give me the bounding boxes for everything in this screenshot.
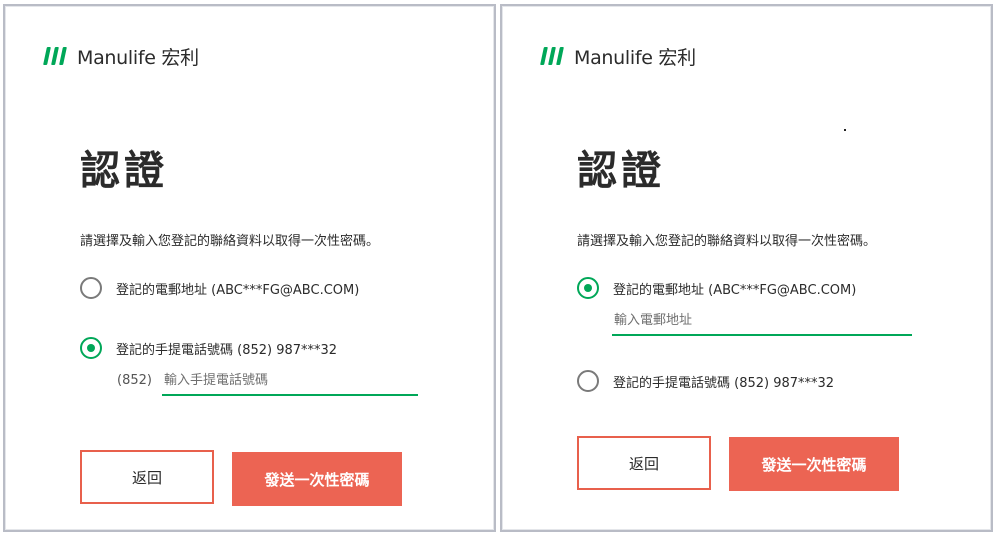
- brand-name: Manulife 宏利: [77, 46, 199, 69]
- manulife-stripes-icon: [43, 47, 67, 65]
- send-otp-button[interactable]: 發送一次性密碼: [729, 437, 899, 491]
- radio-unchecked-icon[interactable]: [80, 277, 102, 299]
- option-phone-label: 登記的手提電話號碼 (852) 987***32: [116, 342, 338, 358]
- email-address-input[interactable]: [612, 312, 912, 336]
- option-email-label: 登記的電郵地址 (ABC***FG@ABC.COM): [613, 282, 857, 298]
- radio-checked-icon[interactable]: [577, 277, 599, 299]
- auth-panel-phone: Manulife 宏利 認證 請選擇及輸入您登記的聯絡資料以取得一次性密碼。 登…: [3, 4, 496, 532]
- send-otp-button[interactable]: 發送一次性密碼: [232, 452, 402, 506]
- instruction-text: 請選擇及輸入您登記的聯絡資料以取得一次性密碼。: [577, 234, 877, 249]
- auth-panel-email: Manulife 宏利 認證 請選擇及輸入您登記的聯絡資料以取得一次性密碼。 登…: [500, 4, 993, 532]
- page-title: 認證: [80, 148, 168, 194]
- instruction-text: 請選擇及輸入您登記的聯絡資料以取得一次性密碼。: [80, 234, 380, 249]
- phone-number-input[interactable]: [161, 372, 418, 396]
- option-phone-label: 登記的手提電話號碼 (852) 987***32: [613, 375, 835, 391]
- phone-prefix: (852): [117, 373, 152, 388]
- brand-logo: Manulife 宏利: [43, 44, 199, 69]
- option-email-radio[interactable]: 登記的電郵地址 (ABC***FG@ABC.COM): [577, 277, 856, 299]
- back-button[interactable]: 返回: [577, 436, 711, 490]
- page-title: 認證: [577, 148, 665, 194]
- manulife-stripes-icon: [540, 47, 564, 65]
- stray-dot: [844, 129, 846, 131]
- brand-name: Manulife 宏利: [574, 46, 696, 69]
- phone-input-group: (852): [117, 372, 418, 396]
- radio-checked-icon[interactable]: [80, 337, 102, 359]
- option-phone-radio[interactable]: 登記的手提電話號碼 (852) 987***32: [577, 370, 834, 392]
- email-input-group: [612, 312, 912, 336]
- back-button[interactable]: 返回: [80, 450, 214, 504]
- radio-unchecked-icon[interactable]: [577, 370, 599, 392]
- brand-logo: Manulife 宏利: [540, 44, 696, 69]
- option-phone-radio[interactable]: 登記的手提電話號碼 (852) 987***32: [80, 337, 337, 359]
- option-email-label: 登記的電郵地址 (ABC***FG@ABC.COM): [116, 282, 360, 298]
- option-email-radio[interactable]: 登記的電郵地址 (ABC***FG@ABC.COM): [80, 277, 359, 299]
